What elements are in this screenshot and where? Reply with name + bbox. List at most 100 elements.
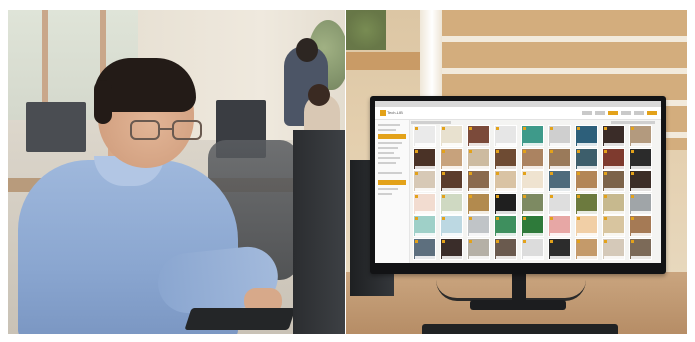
- material-tile[interactable]: [494, 215, 517, 237]
- tile-caption: [442, 233, 463, 236]
- material-tile[interactable]: [440, 237, 463, 260]
- material-tile[interactable]: [629, 125, 652, 147]
- tile-caption: [631, 165, 652, 169]
- tile-caption: [469, 210, 490, 214]
- material-tile[interactable]: [440, 192, 463, 215]
- tile-badge-icon: [442, 172, 445, 175]
- material-tile[interactable]: [494, 192, 517, 215]
- tile-badge-icon: [469, 194, 472, 198]
- tile-badge-icon: [604, 217, 607, 220]
- tile-caption: [604, 210, 625, 214]
- material-tile[interactable]: [467, 237, 490, 260]
- material-tile[interactable]: [413, 237, 436, 260]
- header-nav-item: [621, 111, 631, 115]
- tile-badge-icon: [523, 149, 526, 153]
- material-tile[interactable]: [575, 237, 598, 260]
- material-tile[interactable]: [440, 147, 463, 170]
- tile-caption: [442, 255, 463, 259]
- material-tile[interactable]: [494, 125, 517, 147]
- tile-caption: [577, 233, 598, 236]
- material-tile[interactable]: [602, 237, 625, 260]
- tile-caption: [550, 255, 571, 259]
- material-tile[interactable]: [467, 170, 490, 192]
- sidebar-highlight: [378, 180, 406, 185]
- material-tile[interactable]: [494, 237, 517, 260]
- tile-caption: [523, 255, 544, 259]
- material-tile[interactable]: [521, 237, 544, 260]
- header-nav-item: [582, 111, 592, 115]
- tile-badge-icon: [415, 217, 418, 220]
- material-tile[interactable]: [602, 215, 625, 237]
- logo-icon: [380, 109, 386, 116]
- material-tile[interactable]: [548, 215, 571, 237]
- material-tile[interactable]: [521, 192, 544, 215]
- tile-caption: [577, 188, 598, 191]
- material-tile[interactable]: [413, 170, 436, 192]
- material-tile[interactable]: [467, 147, 490, 170]
- material-tile[interactable]: [602, 147, 625, 170]
- tile-badge-icon: [442, 194, 445, 198]
- tile-badge-icon: [631, 149, 634, 153]
- material-tile[interactable]: [413, 192, 436, 215]
- material-grid: [413, 125, 659, 261]
- toolbar-item: [411, 121, 451, 124]
- cable: [436, 280, 586, 301]
- man-hair: [94, 80, 112, 124]
- material-tile[interactable]: [575, 125, 598, 147]
- tile-badge-icon: [577, 194, 580, 198]
- material-tile[interactable]: [629, 215, 652, 237]
- tile-caption: [469, 233, 490, 236]
- sidebar-line: [378, 129, 396, 131]
- material-tile[interactable]: [440, 170, 463, 192]
- tile-caption: [631, 188, 652, 191]
- material-tile[interactable]: [413, 215, 436, 237]
- material-tile[interactable]: [575, 192, 598, 215]
- tile-badge-icon: [631, 239, 634, 243]
- material-tile[interactable]: [629, 237, 652, 260]
- material-tile[interactable]: [494, 170, 517, 192]
- material-tile[interactable]: [467, 215, 490, 237]
- sidebar-line: [378, 188, 398, 190]
- material-tile[interactable]: [602, 192, 625, 215]
- material-tile[interactable]: [575, 170, 598, 192]
- material-tile[interactable]: [494, 147, 517, 170]
- tile-badge-icon: [523, 172, 526, 175]
- tile-caption: [523, 233, 544, 236]
- tile-caption: [469, 188, 490, 191]
- material-tile[interactable]: [440, 125, 463, 147]
- material-tile[interactable]: [548, 237, 571, 260]
- material-tile[interactable]: [602, 170, 625, 192]
- tile-caption: [496, 143, 517, 146]
- material-tile[interactable]: [629, 170, 652, 192]
- tile-badge-icon: [415, 172, 418, 175]
- material-tile[interactable]: [467, 125, 490, 147]
- material-tile[interactable]: [548, 170, 571, 192]
- tile-badge-icon: [442, 149, 445, 153]
- wooden-shelf: [346, 52, 420, 70]
- tile-badge-icon: [604, 172, 607, 175]
- tile-caption: [577, 255, 598, 259]
- tile-caption: [415, 210, 436, 214]
- material-tile[interactable]: [440, 215, 463, 237]
- material-tile[interactable]: [413, 125, 436, 147]
- material-tile[interactable]: [467, 192, 490, 215]
- material-tile[interactable]: [548, 192, 571, 215]
- material-tile[interactable]: [629, 192, 652, 215]
- material-tile[interactable]: [521, 147, 544, 170]
- material-tile[interactable]: [413, 147, 436, 170]
- tile-caption: [604, 143, 625, 146]
- monitor-stand-base: [470, 300, 566, 310]
- material-tile[interactable]: [521, 125, 544, 147]
- material-tile[interactable]: [521, 215, 544, 237]
- material-tile[interactable]: [548, 125, 571, 147]
- background-monitor: [26, 102, 86, 152]
- tile-caption: [550, 233, 571, 236]
- material-tile[interactable]: [629, 147, 652, 170]
- tile-badge-icon: [604, 194, 607, 198]
- tile-badge-icon: [496, 149, 499, 153]
- material-tile[interactable]: [548, 147, 571, 170]
- material-tile[interactable]: [575, 147, 598, 170]
- material-tile[interactable]: [602, 125, 625, 147]
- material-tile[interactable]: [575, 215, 598, 237]
- material-tile[interactable]: [521, 170, 544, 192]
